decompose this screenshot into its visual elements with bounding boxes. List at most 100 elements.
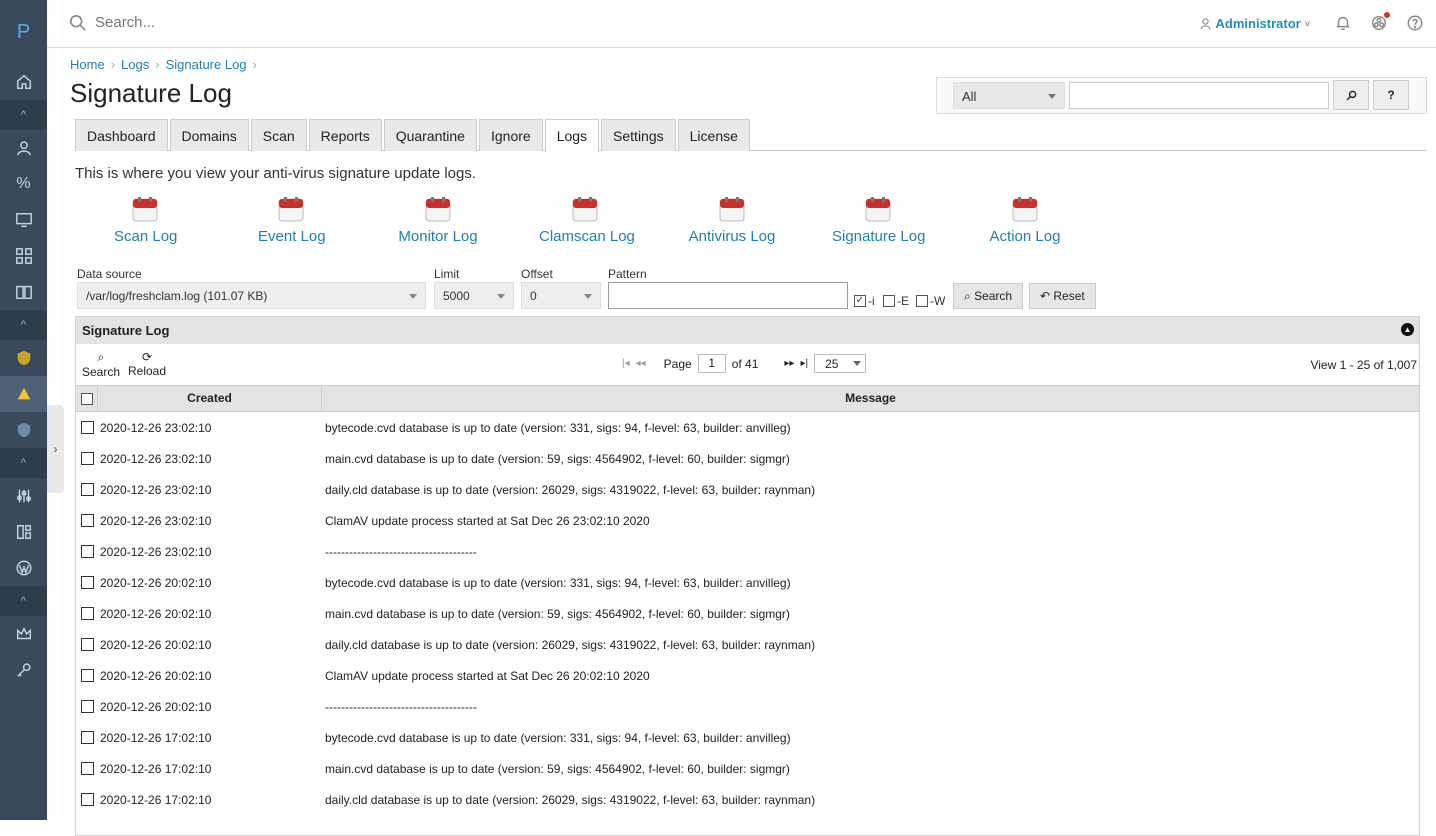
breadcrumb-logs[interactable]: Logs bbox=[121, 57, 149, 72]
table-row[interactable]: 2020-12-26 23:02:10 ---------------------… bbox=[76, 536, 1419, 567]
first-page-icon[interactable]: |◂ bbox=[622, 358, 630, 369]
row-checkbox[interactable] bbox=[80, 607, 94, 620]
tab-settings[interactable]: Settings bbox=[601, 119, 676, 151]
breadcrumb-home[interactable]: Home bbox=[70, 57, 105, 72]
tab-domains[interactable]: Domains bbox=[169, 119, 249, 151]
help-button[interactable]: ? bbox=[1373, 80, 1409, 110]
global-search-input[interactable]: Search... bbox=[95, 14, 155, 31]
expand-panel-handle[interactable]: › bbox=[47, 405, 64, 493]
collapse-icon[interactable]: ▲ bbox=[1401, 323, 1414, 336]
wordpress-icon[interactable] bbox=[0, 550, 47, 586]
breadcrumb-signature-log[interactable]: Signature Log bbox=[166, 57, 247, 72]
data-source-select[interactable]: /var/log/freshclam.log (101.07 KB) bbox=[77, 282, 426, 309]
pattern-input[interactable] bbox=[608, 282, 848, 309]
row-checkbox[interactable] bbox=[80, 452, 94, 465]
scope-search-button[interactable] bbox=[1333, 80, 1369, 110]
table-row[interactable]: 2020-12-26 23:02:10 main.cvd database is … bbox=[76, 443, 1419, 474]
grid-title: Signature Log bbox=[82, 323, 170, 338]
opt-w-checkbox[interactable]: -W bbox=[916, 294, 945, 308]
event-log-link[interactable]: Event Log bbox=[258, 196, 326, 245]
col-message[interactable]: Message bbox=[322, 386, 1419, 411]
action-log-link[interactable]: Action Log bbox=[989, 196, 1061, 245]
checkbox[interactable] bbox=[916, 295, 928, 307]
table-row[interactable]: 2020-12-26 20:02:10 ---------------------… bbox=[76, 691, 1419, 722]
tab-ignore[interactable]: Ignore bbox=[478, 119, 543, 151]
row-checkbox[interactable] bbox=[80, 669, 94, 682]
monitor-log-label: Monitor Log bbox=[398, 228, 478, 245]
scope-search-input[interactable] bbox=[1069, 82, 1329, 109]
row-checkbox[interactable] bbox=[80, 731, 94, 744]
table-row[interactable]: 2020-12-26 20:02:10 daily.cld database is… bbox=[76, 629, 1419, 660]
table-row[interactable]: 2020-12-26 23:02:10 bytecode.cvd database… bbox=[76, 412, 1419, 443]
row-checkbox[interactable] bbox=[80, 793, 94, 806]
home-icon[interactable] bbox=[0, 64, 47, 100]
row-checkbox[interactable] bbox=[80, 700, 94, 713]
monitor-log-link[interactable]: Monitor Log bbox=[397, 196, 479, 245]
sliders-icon[interactable] bbox=[0, 478, 47, 514]
antivirus-log-link[interactable]: Antivirus Log bbox=[688, 196, 776, 245]
signature-log-link[interactable]: Signature Log bbox=[832, 196, 925, 245]
table-row[interactable]: 2020-12-26 17:02:10 main.cvd database is … bbox=[76, 753, 1419, 784]
row-checkbox[interactable] bbox=[80, 576, 94, 589]
grid-search-button[interactable]: ⌕ Search bbox=[82, 350, 120, 379]
table-row[interactable]: 2020-12-26 20:02:10 ClamAV update process… bbox=[76, 660, 1419, 691]
collapse-group-icon[interactable]: ^ bbox=[0, 100, 47, 130]
book-icon[interactable] bbox=[0, 274, 47, 310]
tab-reports[interactable]: Reports bbox=[308, 119, 382, 151]
widgets-icon[interactable] bbox=[0, 514, 47, 550]
row-checkbox[interactable] bbox=[80, 483, 94, 496]
user-menu[interactable]: Administrator ˅ bbox=[1199, 16, 1310, 31]
checkbox[interactable] bbox=[883, 295, 895, 307]
row-checkbox[interactable] bbox=[80, 514, 94, 527]
page-input[interactable]: 1 bbox=[697, 354, 726, 373]
table-row[interactable]: 2020-12-26 20:02:10 main.cvd database is … bbox=[76, 598, 1419, 629]
collapse-group-icon[interactable]: ^ bbox=[0, 448, 47, 478]
table-row[interactable]: 2020-12-26 23:02:10 ClamAV update process… bbox=[76, 505, 1419, 536]
shield-icon[interactable] bbox=[0, 340, 47, 376]
tab-quarantine[interactable]: Quarantine bbox=[383, 119, 477, 151]
notification-dot bbox=[1384, 12, 1390, 18]
prev-page-icon[interactable]: ◂◂ bbox=[636, 358, 646, 369]
key-icon[interactable] bbox=[0, 652, 47, 688]
table-row[interactable]: 2020-12-26 23:02:10 daily.cld database is… bbox=[76, 474, 1419, 505]
percent-icon[interactable]: % bbox=[0, 166, 47, 202]
search-button[interactable]: ⌕ Search bbox=[953, 283, 1024, 309]
table-row[interactable]: 2020-12-26 17:02:10 daily.cld database is… bbox=[76, 784, 1419, 815]
tab-license[interactable]: License bbox=[677, 119, 750, 151]
tab-dashboard[interactable]: Dashboard bbox=[75, 119, 168, 151]
opt-i-checkbox[interactable]: ✓ -i bbox=[854, 294, 875, 308]
app-logo[interactable]: P bbox=[0, 0, 47, 64]
limit-select[interactable]: 5000 bbox=[434, 282, 514, 309]
last-page-icon[interactable]: ▸| bbox=[800, 358, 808, 369]
help-icon[interactable] bbox=[1406, 14, 1424, 32]
offset-select[interactable]: 0 bbox=[521, 282, 601, 309]
checked-checkbox[interactable]: ✓ bbox=[854, 295, 866, 307]
notification-icon[interactable] bbox=[1334, 14, 1352, 32]
opt-e-checkbox[interactable]: -E bbox=[883, 294, 909, 308]
tab-logs[interactable]: Logs bbox=[544, 119, 600, 152]
antivirus-app-icon[interactable] bbox=[0, 376, 47, 412]
clamscan-log-link[interactable]: Clamscan Log bbox=[539, 196, 635, 245]
reset-button[interactable]: ↶ Reset bbox=[1029, 283, 1096, 309]
collapse-group-icon[interactable]: ^ bbox=[0, 586, 47, 616]
tab-scan[interactable]: Scan bbox=[250, 119, 307, 151]
table-row[interactable]: 2020-12-26 20:02:10 bytecode.cvd database… bbox=[76, 567, 1419, 598]
row-checkbox[interactable] bbox=[80, 638, 94, 651]
row-checkbox[interactable] bbox=[80, 762, 94, 775]
grid-reload-button[interactable]: ⟳ Reload bbox=[128, 350, 166, 378]
shield-app-icon[interactable] bbox=[0, 412, 47, 448]
rows-per-page-select[interactable]: 25 bbox=[814, 354, 867, 373]
user-icon[interactable] bbox=[0, 130, 47, 166]
scope-select[interactable]: All bbox=[953, 82, 1065, 109]
grid-icon[interactable] bbox=[0, 238, 47, 274]
row-checkbox[interactable] bbox=[80, 421, 94, 434]
col-created[interactable]: Created bbox=[98, 386, 322, 411]
select-all-checkbox[interactable] bbox=[80, 392, 93, 405]
monitor-icon[interactable] bbox=[0, 202, 47, 238]
table-row[interactable]: 2020-12-26 17:02:10 bytecode.cvd database… bbox=[76, 722, 1419, 753]
row-checkbox[interactable] bbox=[80, 545, 94, 558]
crown-icon[interactable] bbox=[0, 616, 47, 652]
scan-log-link[interactable]: Scan Log bbox=[114, 196, 177, 245]
next-page-icon[interactable]: ▸▸ bbox=[784, 358, 794, 369]
collapse-group-icon[interactable]: ^ bbox=[0, 310, 47, 340]
